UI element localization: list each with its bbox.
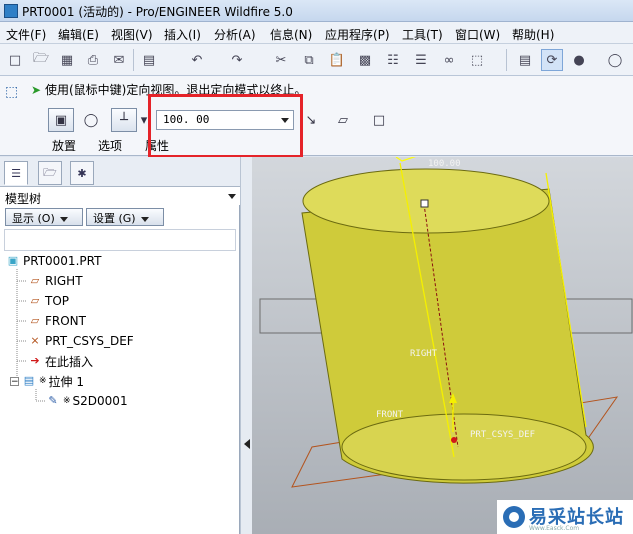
tree-item-part[interactable]: ▣ PRT0001.PRT (6, 252, 102, 270)
collapse-panel-icon[interactable] (244, 439, 250, 449)
menu-applications[interactable]: 应用程序(P) (325, 26, 390, 43)
surface-button[interactable]: ◯ (78, 108, 104, 132)
tree-item-label: 拉伸 1 (48, 374, 84, 389)
feature-dashboard: ⬚ ➤ 使用(鼠标中键)定向视图。退出定向模式以终止。 ▣ ◯ ┴ ▾ 100.… (0, 76, 633, 156)
drag-handle[interactable] (420, 199, 429, 208)
remove-material-icon[interactable]: ▱ (330, 108, 356, 132)
depth-option-button[interactable]: ┴ (111, 108, 137, 132)
datum-plane-icon: ▱ (30, 294, 40, 307)
paste-icon[interactable]: 📋 (326, 49, 348, 71)
tree-item-top[interactable]: ▱ TOP (28, 292, 69, 310)
datum-axis-icon[interactable]: ⟳ (541, 49, 563, 71)
tree-item-front[interactable]: ▱ FRONT (28, 312, 86, 330)
menu-edit[interactable]: 编辑(E) (58, 26, 99, 43)
thicken-sketch-icon[interactable]: □ (366, 108, 392, 132)
tree-item-label: FRONT (45, 314, 86, 328)
undo-icon[interactable]: ↶ (186, 49, 208, 71)
tab-options[interactable]: 选项 (98, 137, 122, 154)
coordinate-system-icon: ⨯ (30, 334, 40, 347)
tree-item-label: PRT0001.PRT (23, 254, 102, 268)
dimension-label[interactable]: 100.00 (428, 159, 461, 169)
tree-item-csys[interactable]: ⨯ PRT_CSYS_DEF (28, 332, 134, 350)
open-folder-icon[interactable]: 🗁 (30, 49, 52, 71)
tree-item-extrude[interactable]: − ▤ ※ 拉伸 1 (10, 372, 84, 390)
copy-icon[interactable]: ⧉ (298, 49, 320, 71)
panel-splitter[interactable] (240, 157, 252, 534)
menu-file[interactable]: 文件(F) (6, 26, 46, 43)
tree-item-label: PRT_CSYS_DEF (45, 334, 134, 348)
menu-tools[interactable]: 工具(T) (402, 26, 443, 43)
window-title: PRT0001 (活动的) - Pro/ENGINEER Wildfire 5.… (22, 5, 293, 19)
find-icon[interactable]: ∞ (438, 49, 460, 71)
redo-icon[interactable]: ↷ (226, 49, 248, 71)
toolbar-separator (133, 49, 134, 71)
app-icon (4, 4, 18, 18)
csys-origin (451, 437, 457, 443)
save-icon[interactable]: ▦ (56, 49, 78, 71)
datum-plane-icon: ▱ (30, 274, 40, 287)
menu-view[interactable]: 视图(V) (111, 26, 153, 43)
green-arrow-icon: ➤ (31, 83, 42, 97)
main-toolbar: □ 🗁 ▦ ⎙ ✉ ▤ ↶ ↷ ✂ ⧉ 📋 ▩ ☷ ☰ ∞ ⬚ ▤ ⟳ ● ◯ (0, 44, 633, 76)
graphics-window[interactable]: 100.00 RIGHT FRONT PRT_CSYS_DEF (252, 157, 633, 534)
collapse-toggle-icon[interactable]: − (10, 376, 19, 386)
dimension-leader (395, 157, 416, 162)
print-icon[interactable]: ⎙ (82, 49, 104, 71)
tab-placement[interactable]: 放置 (52, 137, 76, 154)
new-feature-marker: ※ (63, 396, 71, 406)
watermark-logo: 易采站长站 Www.Easck.Com (497, 500, 633, 534)
menu-help[interactable]: 帮助(H) (512, 26, 554, 43)
reorient-icon[interactable]: ⬚ (5, 84, 25, 104)
menu-bar: 文件(F) 编辑(E) 视图(V) 插入(I) 分析(A) 信息(N) 应用程序… (0, 22, 633, 44)
extrude-icon: ▤ (23, 374, 35, 387)
tree-item-right[interactable]: ▱ RIGHT (28, 272, 83, 290)
title-bar: PRT0001 (活动的) - Pro/ENGINEER Wildfire 5.… (0, 0, 633, 22)
menu-insert[interactable]: 插入(I) (164, 26, 201, 43)
cut-icon[interactable]: ✂ (270, 49, 292, 71)
toolbar-separator (506, 49, 507, 71)
tree-item-label: S2D0001 (72, 394, 128, 408)
csys-display-icon[interactable]: ◯ (604, 49, 626, 71)
part-icon: ▣ (7, 254, 19, 267)
paste-special-icon[interactable]: ▩ (354, 49, 376, 71)
tree-item-label: 在此插入 (45, 354, 94, 369)
watermark-icon (503, 506, 525, 528)
tree-item-insert-here[interactable]: ➔ 在此插入 (28, 352, 93, 370)
cylinder-bottom-face[interactable] (341, 413, 587, 481)
datum-label-front: FRONT (376, 410, 404, 420)
highlight-annotation (148, 94, 303, 158)
tree-item-sketch[interactable]: ✎ ※ S2D0001 (46, 392, 128, 410)
menu-analysis[interactable]: 分析(A) (214, 26, 256, 43)
regenerate-icon[interactable]: ☷ (382, 49, 404, 71)
tree-item-label: TOP (45, 294, 70, 308)
insert-here-arrow-icon: ➔ (30, 354, 40, 367)
datum-label-right: RIGHT (410, 349, 438, 359)
tree-item-label: RIGHT (45, 274, 83, 288)
email-icon[interactable]: ✉ (108, 49, 130, 71)
datum-display-icon[interactable]: ▤ (514, 49, 536, 71)
datum-plane-icon: ▱ (30, 314, 40, 327)
datum-label-csys: PRT_CSYS_DEF (470, 430, 535, 440)
model-viewport[interactable]: 100.00 RIGHT FRONT PRT_CSYS_DEF (252, 157, 633, 534)
navigator-panel: ☰ 🗁 ✱ 模型树 显示 (O) 设置 (G) ▣ PRT0001.PRT ▱ (0, 157, 240, 534)
sketch-icon: ✎ (48, 394, 58, 407)
menu-window[interactable]: 窗口(W) (455, 26, 500, 43)
select-box-icon[interactable]: ⬚ (466, 49, 488, 71)
menu-info[interactable]: 信息(N) (270, 26, 312, 43)
new-file-icon[interactable]: □ (4, 49, 26, 71)
watermark-subtext: Www.Easck.Com (529, 525, 580, 532)
new-feature-marker: ※ (39, 376, 47, 386)
print-preview-icon[interactable]: ▤ (138, 49, 160, 71)
solid-button[interactable]: ▣ (48, 108, 74, 132)
datum-point-icon[interactable]: ● (568, 49, 590, 71)
list-icon[interactable]: ☰ (410, 49, 432, 71)
pro-engineer-window: PRT0001 (活动的) - Pro/ENGINEER Wildfire 5.… (0, 0, 633, 534)
